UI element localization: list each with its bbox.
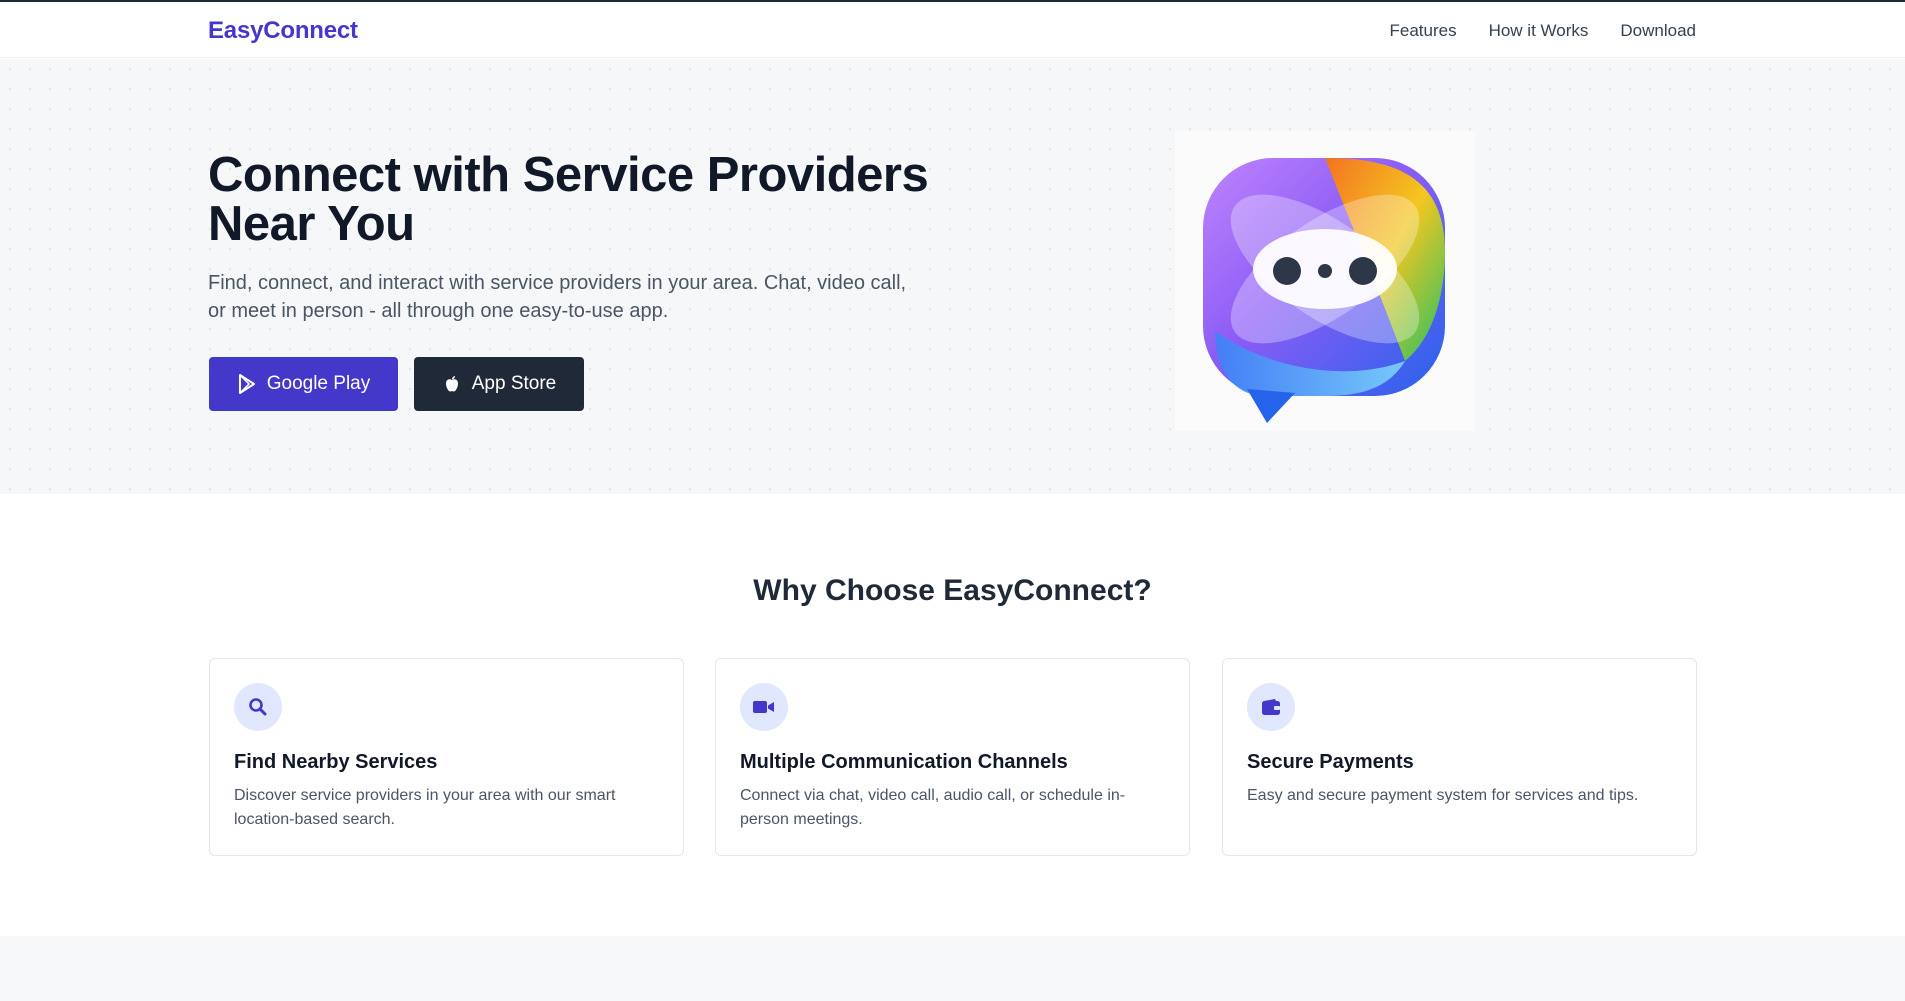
search-icon — [234, 683, 282, 731]
feature-card-payments: Secure Payments Easy and secure payment … — [1222, 658, 1697, 856]
navbar: EasyConnect Features How it Works Downlo… — [0, 2, 1905, 58]
hero-section: Connect with Service Providers Near You … — [0, 59, 1905, 494]
feature-description: Easy and secure payment system for servi… — [1247, 787, 1639, 804]
app-store-label: App Store — [471, 373, 557, 394]
feature-description: Discover service providers in your area … — [234, 787, 616, 828]
app-store-button[interactable]: App Store — [414, 357, 584, 411]
feature-card-communication: Multiple Communication Channels Connect … — [715, 658, 1190, 856]
nav-links: Features How it Works Download — [1389, 21, 1696, 41]
video-camera-icon — [740, 683, 788, 731]
feature-title: Find Nearby Services — [234, 751, 438, 773]
hero-subtitle: Find, connect, and interact with service… — [208, 272, 907, 322]
brand-logo[interactable]: EasyConnect — [208, 17, 358, 45]
apple-icon — [442, 374, 462, 394]
feature-title: Multiple Communication Channels — [740, 751, 1068, 773]
wallet-icon — [1247, 683, 1295, 731]
feature-description: Connect via chat, video call, audio call… — [740, 787, 1126, 828]
google-play-label: Google Play — [266, 373, 371, 394]
nav-link-features[interactable]: Features — [1389, 21, 1456, 41]
google-play-icon — [237, 374, 257, 394]
nav-link-how-it-works[interactable]: How it Works — [1489, 21, 1589, 41]
features-title: Why Choose EasyConnect? — [753, 574, 1152, 607]
google-play-button[interactable]: Google Play — [209, 357, 398, 411]
app-logo-illustration — [1175, 131, 1475, 431]
next-section-band — [0, 936, 1905, 1001]
nav-link-download[interactable]: Download — [1620, 21, 1696, 41]
hero-title: Connect with Service Providers Near You — [208, 148, 929, 251]
feature-title: Secure Payments — [1247, 751, 1414, 773]
feature-card-find-nearby: Find Nearby Services Discover service pr… — [209, 658, 684, 856]
